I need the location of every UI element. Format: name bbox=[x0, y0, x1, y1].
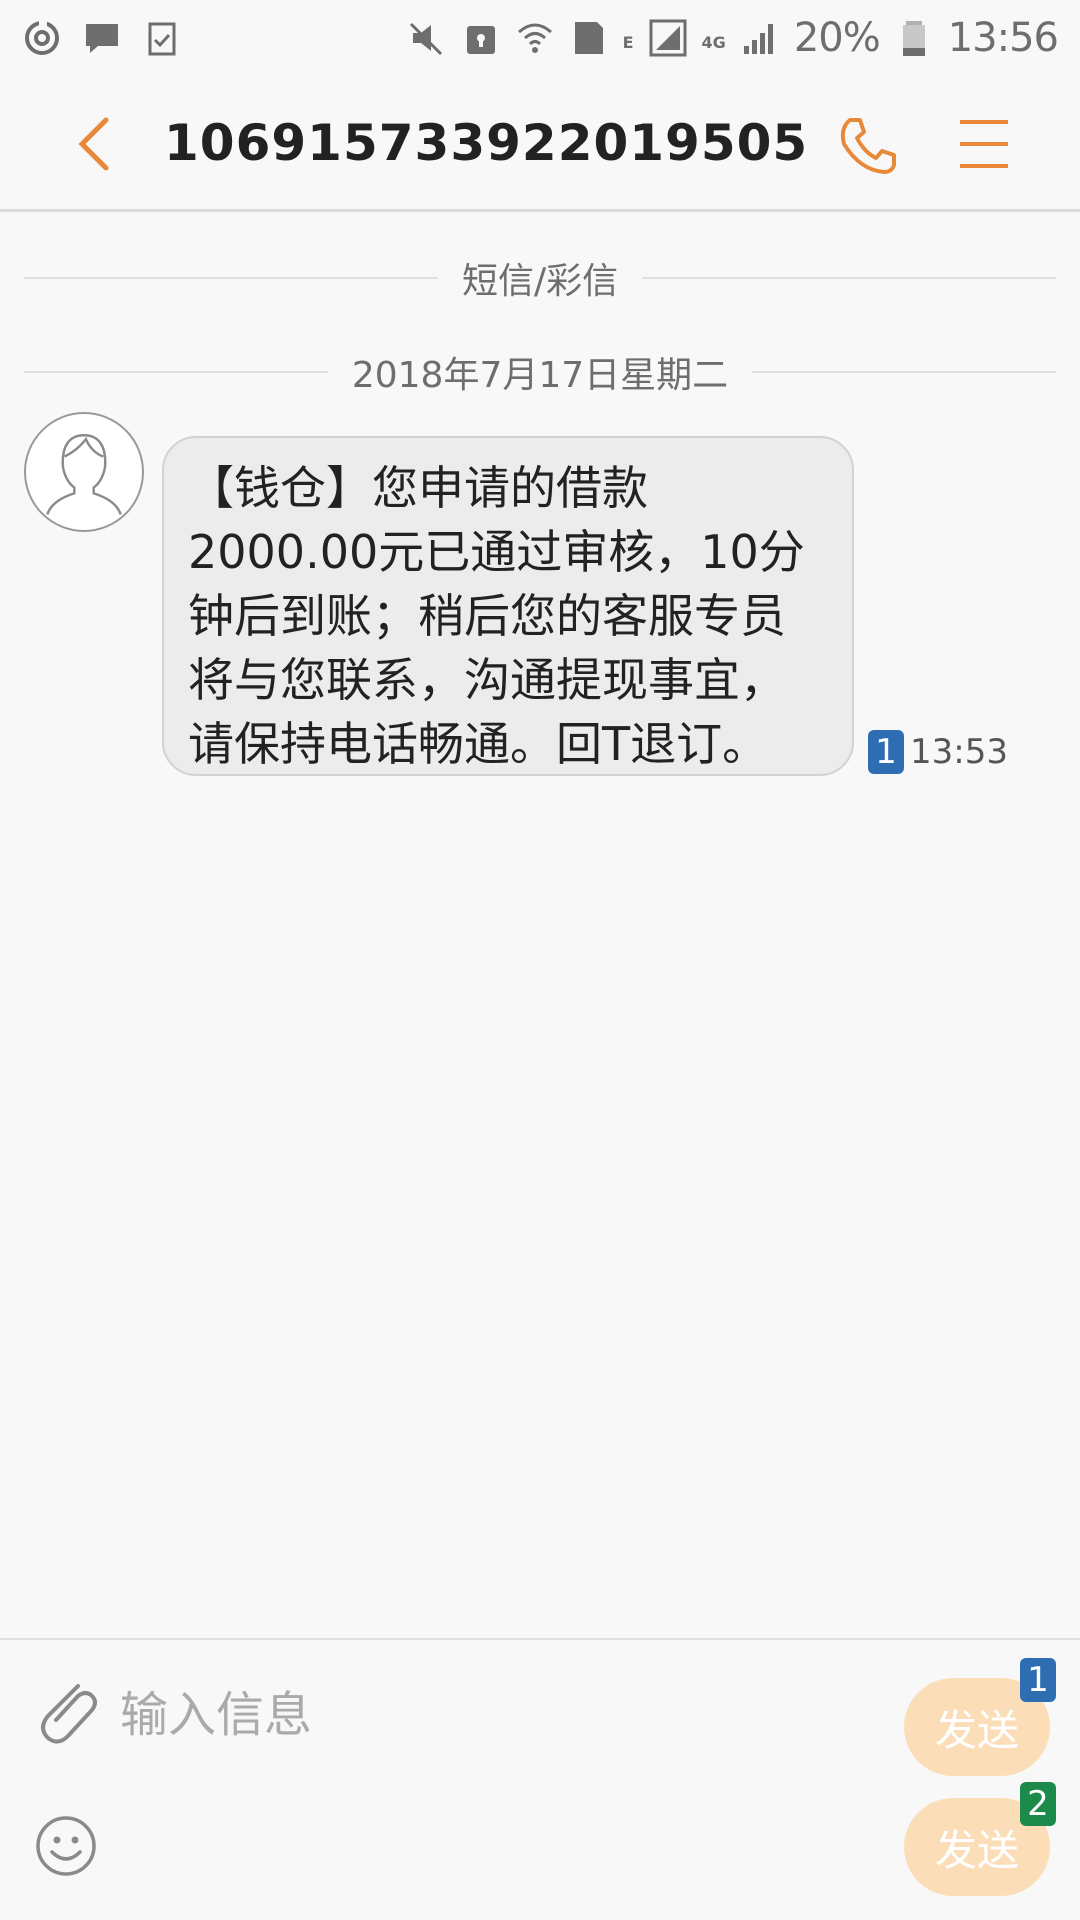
message-type-divider: 短信/彩信 bbox=[24, 252, 1057, 304]
back-arrow-icon bbox=[78, 117, 109, 171]
status-left bbox=[22, 18, 182, 58]
contact-number: 106915733922019505 bbox=[164, 114, 809, 172]
checklist-icon bbox=[142, 18, 182, 58]
person-icon bbox=[46, 434, 122, 515]
signal-strength-icon bbox=[740, 18, 780, 58]
date-label: 2018年7月17日星期二 bbox=[351, 355, 729, 396]
emoji-icon bbox=[36, 1816, 96, 1876]
signal-icon bbox=[648, 18, 688, 58]
wifi-icon bbox=[515, 18, 555, 58]
mute-icon bbox=[407, 18, 447, 58]
message-type-label: 短信/彩信 bbox=[461, 261, 619, 302]
chat-bubble-icon bbox=[82, 18, 122, 58]
paperclip-icon bbox=[41, 1684, 97, 1744]
sim-indicator bbox=[569, 18, 609, 58]
message-sim-badge: 1 bbox=[868, 730, 904, 774]
message-time: 13:53 bbox=[910, 732, 1008, 772]
message-input[interactable] bbox=[120, 1680, 860, 1750]
messaging-screen: E 4G 20% 13:56 106915733922019505 短信/彩信 … bbox=[0, 0, 1080, 1920]
status-right: E 4G 20% 13:56 bbox=[407, 15, 1059, 61]
status-bar: E 4G 20% 13:56 bbox=[0, 0, 1080, 76]
call-button[interactable] bbox=[836, 114, 900, 178]
message-bubble[interactable]: 【钱仓】您申请的借款 2000.00元已通过审核，10分 钟后到账；稍后您的客服… bbox=[162, 436, 854, 776]
send-sim2-badge: 2 bbox=[1020, 1782, 1056, 1826]
menu-icon bbox=[960, 120, 1008, 168]
menu-button[interactable] bbox=[958, 114, 1010, 174]
contact-avatar[interactable] bbox=[24, 412, 144, 532]
date-divider: 2018年7月17日星期二 bbox=[24, 346, 1056, 398]
sync-icon bbox=[22, 18, 62, 58]
status-time: 13:56 bbox=[947, 15, 1059, 61]
conversation-header: 106915733922019505 bbox=[0, 76, 1080, 212]
attach-button[interactable] bbox=[34, 1676, 100, 1752]
divider-line bbox=[752, 371, 1056, 373]
lock-icon bbox=[461, 18, 501, 58]
divider-line bbox=[24, 371, 328, 373]
back-button[interactable] bbox=[70, 112, 120, 176]
network-4g-label: 4G bbox=[701, 33, 726, 52]
network-type-label: E bbox=[622, 33, 634, 52]
emoji-button[interactable] bbox=[34, 1814, 98, 1878]
battery-icon bbox=[894, 18, 934, 58]
phone-icon bbox=[840, 118, 896, 174]
send-sim1-badge: 1 bbox=[1020, 1658, 1056, 1702]
divider-line bbox=[642, 277, 1057, 279]
divider-line bbox=[24, 277, 438, 279]
battery-percent: 20% bbox=[793, 15, 881, 61]
